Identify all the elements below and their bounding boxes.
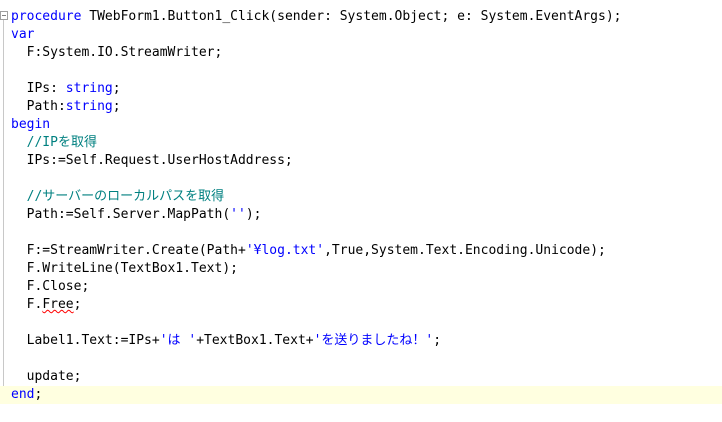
keyword-token: procedure [11, 9, 82, 24]
keyword-token: end [11, 387, 35, 402]
code-line[interactable]: end; [0, 386, 722, 404]
code-token: Free [42, 297, 74, 312]
string-token: 'は ' [159, 333, 197, 348]
code-line[interactable]: Path:=Self.Server.MapPath(''); [11, 206, 722, 224]
fold-gutter [0, 0, 10, 422]
code-token: ; [112, 99, 121, 114]
code-line[interactable]: F.Close; [11, 278, 722, 296]
code-token: ; [112, 81, 121, 96]
code-line[interactable]: IPs: string; [11, 80, 722, 98]
code-line[interactable] [11, 350, 722, 368]
code-token: F:System.IO.StreamWriter; [11, 45, 223, 60]
comment-token: //IPを取得 [11, 135, 97, 150]
code-token: +TextBox1.Text+ [196, 333, 314, 348]
code-line[interactable] [11, 170, 722, 188]
keyword-token: begin [11, 117, 51, 132]
collapse-fold-icon[interactable] [0, 11, 8, 20]
code-token: TWebForm1.Button1_Click(sender: System.O… [81, 9, 622, 24]
code-line[interactable] [11, 62, 722, 80]
code-token: F.WriteLine(TextBox1.Text); [11, 261, 238, 276]
fold-guide-line [3, 20, 4, 404]
code-line[interactable]: update; [11, 368, 722, 386]
code-token: IPs: [11, 81, 66, 96]
code-token: ; [433, 333, 442, 348]
code-token: ; [34, 387, 43, 402]
code-token: F.Close; [11, 279, 90, 294]
code-token: Label1.Text:=IPs+ [11, 333, 160, 348]
code-token: ; [73, 297, 82, 312]
code-token: Path:=Self.Server.MapPath( [11, 207, 231, 222]
code-token: IPs:=Self.Request.UserHostAddress; [11, 153, 293, 168]
code-line[interactable]: begin [11, 116, 722, 134]
comment-token: //サーバーのローカルパスを取得 [11, 189, 225, 204]
string-token: 'を送りましたね！' [313, 333, 434, 348]
code-line[interactable]: F:System.IO.StreamWriter; [11, 44, 722, 62]
code-token: ); [245, 207, 262, 222]
keyword-token: string [65, 81, 113, 96]
code-line[interactable]: var [11, 26, 722, 44]
code-line[interactable]: IPs:=Self.Request.UserHostAddress; [11, 152, 722, 170]
code-token: F. [11, 297, 43, 312]
code-line[interactable]: F.WriteLine(TextBox1.Text); [11, 260, 722, 278]
code-line[interactable]: procedure TWebForm1.Button1_Click(sender… [11, 8, 722, 26]
code-line[interactable]: Label1.Text:=IPs+'は '+TextBox1.Text+'を送り… [11, 332, 722, 350]
keyword-token: string [65, 99, 113, 114]
string-token: '¥log.txt' [245, 243, 325, 258]
keyword-token: var [11, 27, 35, 42]
code-token: update; [11, 369, 82, 384]
code-token: ,True,System.Text.Encoding.Unicode); [324, 243, 606, 258]
code-line[interactable] [11, 224, 722, 242]
code-line[interactable] [11, 314, 722, 332]
code-token: Path: [11, 99, 66, 114]
code-editor[interactable]: procedure TWebForm1.Button1_Click(sender… [0, 0, 722, 422]
code-line[interactable]: //サーバーのローカルパスを取得 [11, 188, 722, 206]
code-text-area[interactable]: procedure TWebForm1.Button1_Click(sender… [0, 8, 722, 404]
string-token: '' [230, 207, 246, 222]
code-line[interactable]: F.Free; [11, 296, 722, 314]
code-line[interactable]: //IPを取得 [11, 134, 722, 152]
code-line[interactable]: F:=StreamWriter.Create(Path+'¥log.txt',T… [11, 242, 722, 260]
code-line[interactable]: Path:string; [11, 98, 722, 116]
code-token: F:=StreamWriter.Create(Path+ [11, 243, 246, 258]
